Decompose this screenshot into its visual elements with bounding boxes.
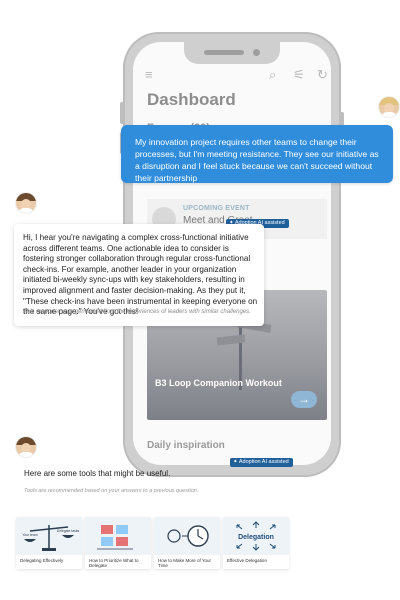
- refresh-icon[interactable]: ↻: [317, 67, 328, 83]
- ai-message-text: Hi, I hear you're navigating a complex c…: [23, 233, 258, 317]
- tool-art-label: Delegation: [238, 534, 274, 541]
- phone-camera: [253, 49, 260, 56]
- avatar-shirt: [381, 112, 397, 117]
- tool-card-make-more-time[interactable]: How to Make More of Your Time: [154, 517, 220, 569]
- ai-response-bubble: Hi, I hear you're navigating a complex c…: [14, 224, 264, 326]
- tool-title: How to Prioritize What to Delegate: [89, 558, 139, 569]
- coach-avatar: [16, 193, 36, 213]
- ai-badge-label: Adoption AI assisted: [238, 459, 289, 465]
- tools-intro-text: Here are some tools that might be useful…: [24, 469, 171, 478]
- tool-card-effective-delegation[interactable]: Delegation Effective Delegation: [223, 517, 289, 569]
- menu-icon[interactable]: ≡: [145, 67, 153, 82]
- avatar-shirt: [18, 452, 34, 457]
- priority-matrix-icon: [85, 517, 151, 555]
- phone-notch: [184, 42, 280, 64]
- tool-cards: Your team Delegate tasks Delegating Effe…: [16, 517, 289, 573]
- daily-inspiration-heading: Daily inspiration: [147, 440, 225, 451]
- user-avatar: [379, 97, 399, 117]
- workout-title: B3 Loop Companion Workout: [155, 378, 282, 388]
- tools-disclaimer: Tools are recommended based on your answ…: [24, 488, 199, 494]
- arrow-right-icon[interactable]: →: [291, 391, 317, 408]
- ai-assisted-badge: ✦ Adoption AI assisted: [230, 458, 293, 467]
- scale-icon: Your team Delegate tasks: [16, 517, 82, 555]
- app-toolbar: ≡ ⌕ ⚟ ↻: [145, 67, 328, 83]
- tool-title: Effective Delegation: [227, 558, 267, 563]
- user-message-bubble: My innovation project requires other tea…: [121, 125, 393, 183]
- event-label: UPCOMING EVENT: [183, 205, 250, 212]
- tool-title: How to Make More of Your Time: [158, 558, 212, 569]
- avatar-shirt: [18, 208, 34, 213]
- filter-icon[interactable]: ⚟: [293, 67, 305, 83]
- tool-art-label: Your team: [22, 533, 38, 537]
- tool-art-label: Delegate tasks: [57, 529, 80, 533]
- user-message-text: My innovation project requires other tea…: [135, 137, 379, 183]
- coach-avatar: [16, 437, 36, 457]
- page-title: Dashboard: [147, 90, 236, 109]
- tool-title: Delegating Effectively: [20, 558, 64, 563]
- tool-card-prioritize-delegate[interactable]: How to Prioritize What to Delegate: [85, 517, 151, 569]
- delegation-arrows-icon: Delegation: [223, 517, 289, 555]
- phone-speaker: [204, 50, 244, 55]
- search-icon[interactable]: ⌕: [269, 67, 276, 83]
- clock-icon: [154, 517, 220, 555]
- sparkle-icon: ✦: [233, 459, 238, 465]
- tool-card-delegating-effectively[interactable]: Your team Delegate tasks Delegating Effe…: [16, 517, 82, 569]
- ai-disclaimer: This response was generated from the exp…: [23, 309, 251, 315]
- phone-volume-up: [120, 102, 124, 124]
